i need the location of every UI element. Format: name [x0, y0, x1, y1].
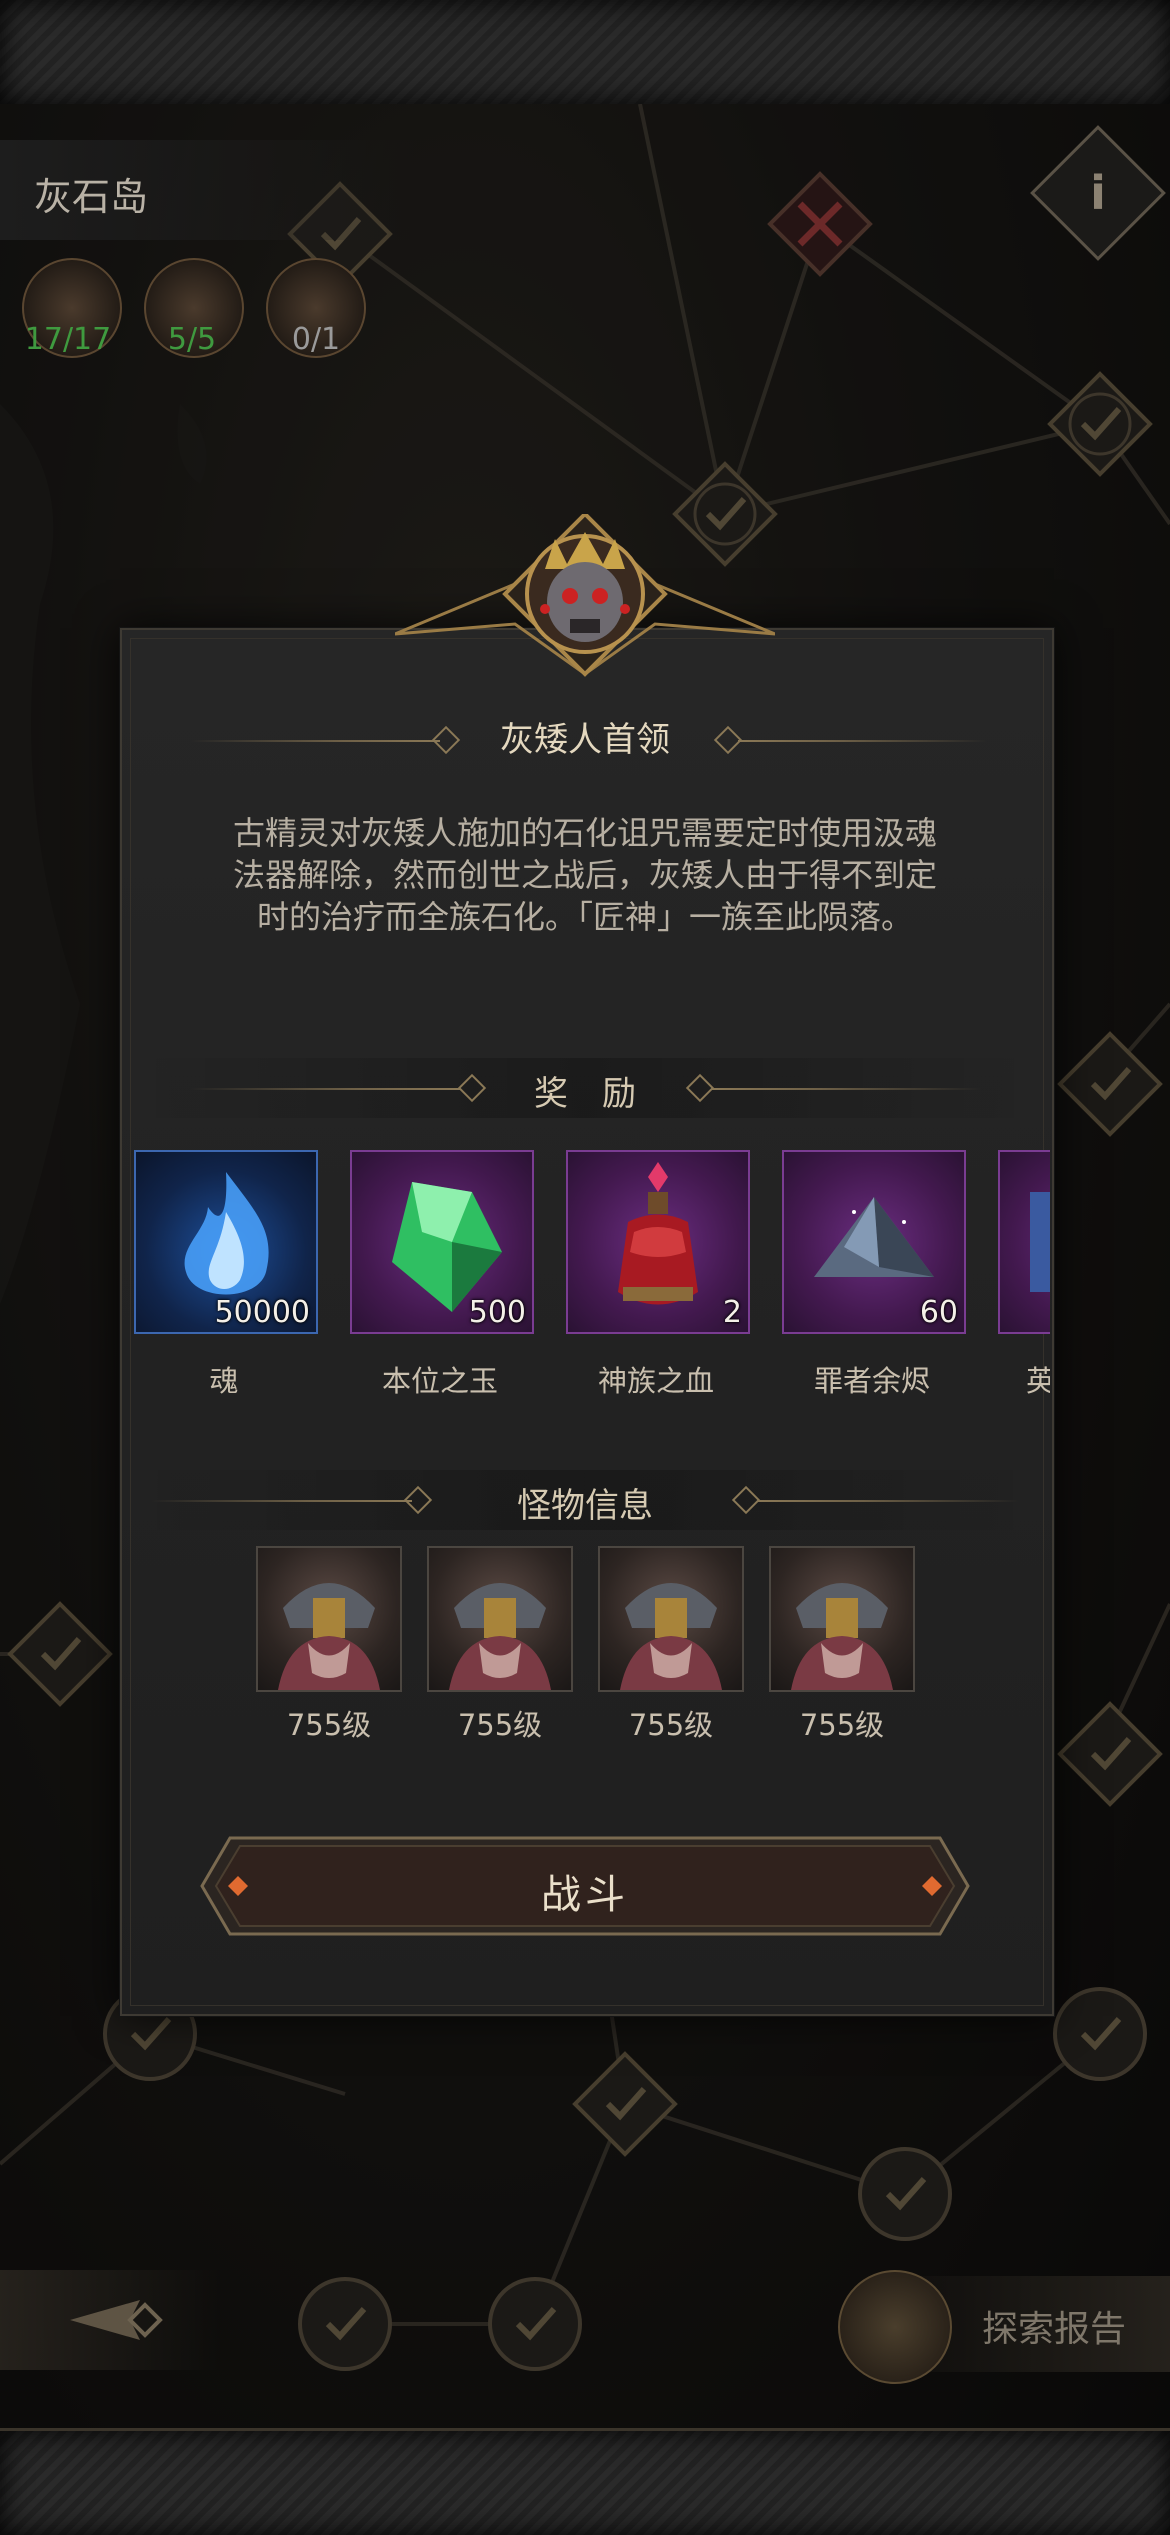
reward-count: 50000: [214, 1295, 310, 1330]
fight-label: 战斗: [541, 1872, 629, 1918]
rewards-title: 奖 励: [534, 1074, 636, 1114]
info-icon: i: [1090, 166, 1106, 220]
chest-count: 5/5: [167, 322, 217, 357]
boss-title: 灰矮人首领: [500, 720, 670, 760]
reward-name: 神族之血: [597, 1364, 714, 1398]
monster-card[interactable]: 755级: [256, 1546, 402, 1744]
bottom-frame: [0, 2428, 1170, 2535]
monster-card[interactable]: 755级: [769, 1546, 915, 1744]
reward-count: 500: [468, 1295, 526, 1330]
chest-count: 0/1: [291, 322, 341, 357]
reward-count: 60: [919, 1295, 958, 1330]
item-icon: [1030, 1192, 1050, 1292]
reward-name: 英: [1026, 1364, 1050, 1398]
dwarf-portrait-icon: [449, 1583, 551, 1690]
reward-item[interactable]: 英: [998, 1150, 1050, 1400]
monster-level: 755级: [799, 1708, 885, 1742]
monster-level: 755级: [628, 1708, 714, 1742]
dwarf-portrait-icon: [620, 1583, 722, 1690]
monster-card[interactable]: 755级: [427, 1546, 573, 1744]
monster-level: 755级: [457, 1708, 543, 1742]
monster-card[interactable]: 755级: [598, 1546, 744, 1744]
rewards-list[interactable]: 50000 魂 500 本位之玉 2 神族之血 60 罪者余烬 英: [130, 1140, 1050, 1400]
back-arrow-icon: [70, 2300, 163, 2340]
reward-name: 魂: [209, 1364, 239, 1398]
monster-level: 755级: [286, 1708, 372, 1742]
chest-count: 17/17: [24, 322, 112, 357]
monsters-title: 怪物信息: [517, 1486, 653, 1526]
top-frame: [0, 0, 1170, 107]
region-name: 灰石岛: [34, 175, 149, 219]
exploration-report-button[interactable]: 探索报告: [982, 2300, 1126, 2352]
dwarf-portrait-icon: [278, 1583, 380, 1690]
reward-item[interactable]: 2 神族之血: [566, 1150, 750, 1400]
reward-count: 2: [722, 1295, 742, 1330]
dwarf-portrait-icon: [791, 1583, 893, 1690]
reward-item[interactable]: 60 罪者余烬: [782, 1150, 966, 1400]
boss-description: 古精灵对灰矮人施加的石化诅咒需要定时使用汲魂法器解除，然而创世之战后，灰矮人由于…: [232, 814, 937, 936]
reward-item[interactable]: 500 本位之玉: [350, 1150, 534, 1400]
reward-name: 本位之玉: [381, 1364, 498, 1398]
blood-potion-icon: [618, 1162, 698, 1305]
boss-skull-icon: [395, 514, 775, 677]
reward-item[interactable]: 50000 魂: [134, 1150, 318, 1400]
reward-name: 罪者余烬: [813, 1364, 930, 1398]
scroll-icon[interactable]: [838, 2270, 952, 2384]
back-button[interactable]: [0, 2270, 220, 2370]
